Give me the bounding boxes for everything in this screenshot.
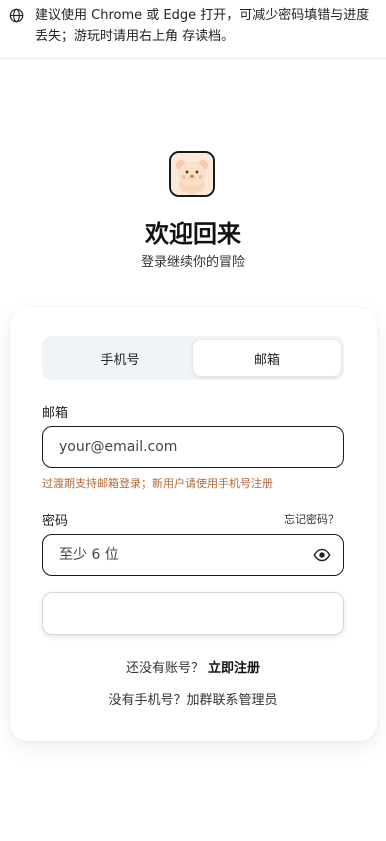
notice-text: 建议使用 Chrome 或 Edge 打开，可减少密码填错与进度丢失；游玩时请用…	[35, 8, 370, 44]
password-label: 密码	[42, 514, 69, 529]
forgot-password-link[interactable]: 忘记密码？	[284, 511, 339, 527]
contact-admin-link[interactable]: 没有手机号？加群联系管理员	[0, 689, 386, 708]
bear-avatar-logo	[169, 151, 215, 197]
tab-phone[interactable]: 手机号	[46, 340, 194, 376]
email-label: 邮箱	[42, 406, 69, 421]
register-line: 还没有账号？ 立即注册	[0, 657, 386, 676]
eye-icon[interactable]	[313, 546, 331, 564]
email-input[interactable]	[42, 426, 344, 468]
globe-icon	[9, 8, 24, 23]
no-account-text: 还没有账号？	[125, 661, 204, 676]
login-submit-button[interactable]	[42, 592, 344, 635]
page-title: 欢迎回来	[145, 220, 241, 248]
tab-email[interactable]: 邮箱	[193, 340, 341, 376]
register-link[interactable]: 立即注册	[208, 661, 260, 676]
browser-notice-banner: 建议使用 Chrome 或 Edge 打开，可减少密码填错与进度丢失；游玩时请用…	[0, 0, 386, 59]
bear-icon	[171, 153, 213, 195]
login-method-tabs: 手机号 邮箱	[42, 336, 344, 380]
page-subtitle: 登录继续你的冒险	[140, 255, 245, 270]
password-input[interactable]	[42, 534, 344, 576]
email-hint-text: 过渡期支持邮箱登录；新用户请使用手机号注册	[42, 477, 273, 490]
